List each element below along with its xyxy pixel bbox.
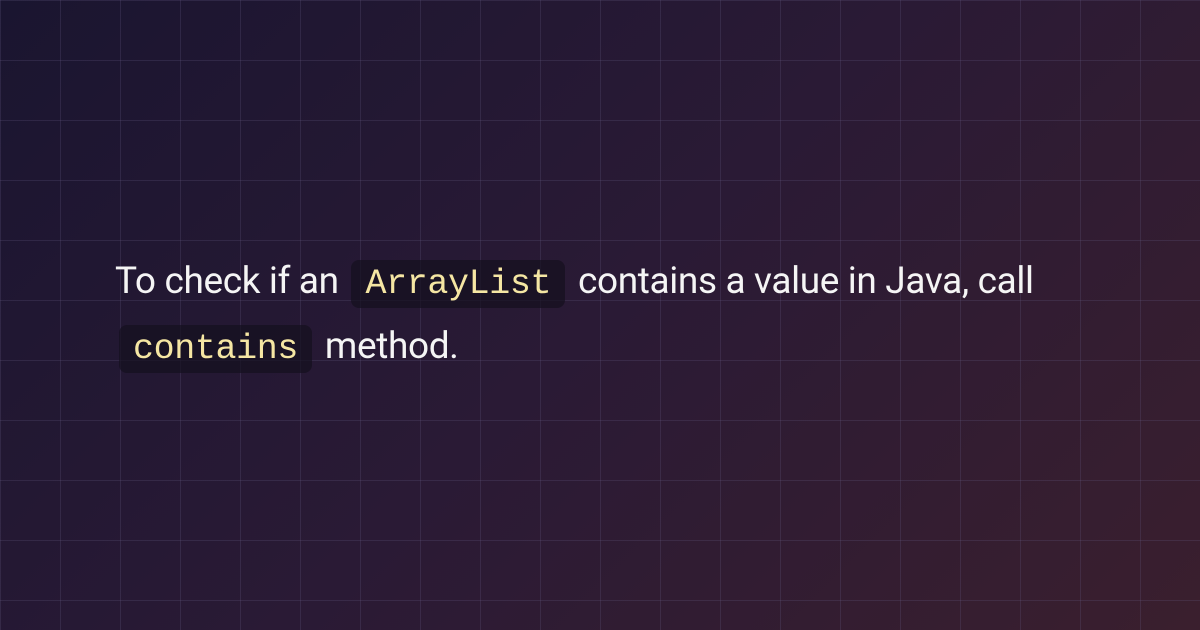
- text-segment: To check if an: [115, 260, 347, 303]
- text-segment: contains a value in Java, call: [569, 260, 1033, 303]
- text-segment: method.: [316, 325, 459, 368]
- code-snippet-arraylist: ArrayList: [351, 260, 565, 308]
- description-text: To check if an ArrayList contains a valu…: [0, 0, 1200, 381]
- code-snippet-contains: contains: [119, 325, 312, 373]
